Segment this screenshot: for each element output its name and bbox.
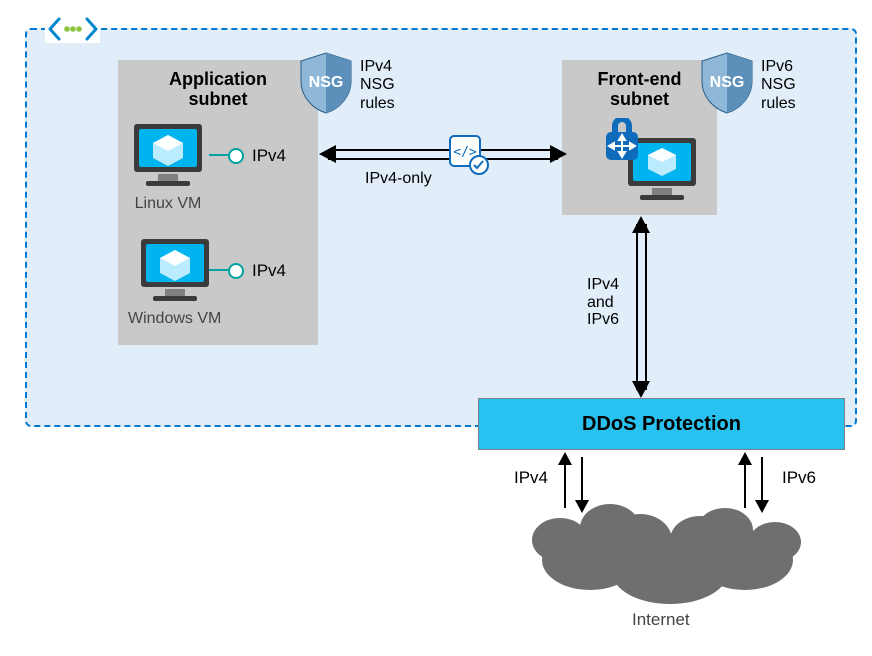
nic-connector-line: [209, 269, 229, 271]
internet-cloud-icon: [520, 480, 810, 610]
fe-subnet-title-line1: Front-end: [598, 69, 682, 89]
nsg-app-rules-l2: NSG: [360, 76, 395, 93]
link-fe-ddos-label: IPv4 and IPv6: [587, 276, 619, 329]
application-subnet-title: Application subnet: [118, 60, 318, 110]
vm-icon: [135, 235, 215, 307]
linux-vm: Linux VM: [128, 120, 208, 213]
front-end-vm: [600, 118, 700, 213]
nsg-shield-app: NSG: [297, 51, 355, 120]
ddos-protection-bar: DDoS Protection: [478, 398, 845, 450]
nsg-fe-rules-label: IPv6 NSG rules: [761, 58, 796, 113]
vm-icon: [128, 120, 208, 192]
app-subnet-title-line2: subnet: [188, 89, 247, 109]
svg-text:NSG: NSG: [710, 74, 745, 91]
link-app-fe-label: IPv4-only: [365, 170, 432, 188]
internet-label: Internet: [632, 610, 690, 630]
virtual-network-icon: [45, 15, 100, 43]
app-subnet-title-line1: Application: [169, 69, 267, 89]
nic-connector-line: [209, 154, 229, 156]
link-fe-ddos-l1: IPv4: [587, 276, 619, 293]
fe-subnet-title-line2: subnet: [610, 89, 669, 109]
windows-vm-nic-proto: IPv4: [252, 261, 286, 281]
nsg-app-rules-label: IPv4 NSG rules: [360, 58, 395, 113]
link-fe-ddos-l2: and: [587, 294, 614, 311]
nsg-shield-fe: NSG: [698, 51, 756, 120]
front-end-subnet-title: Front-end subnet: [562, 60, 717, 110]
code-check-badge-icon: </>: [447, 133, 491, 182]
nsg-fe-rules-l2: NSG: [761, 76, 796, 93]
svg-text:NSG: NSG: [309, 74, 344, 91]
nic-icon: [228, 263, 244, 279]
linux-vm-nic-proto: IPv4: [252, 146, 286, 166]
nsg-fe-rules-l3: rules: [761, 95, 796, 112]
link-fe-ddos-l3: IPv6: [587, 311, 619, 328]
nsg-fe-rules-l1: IPv6: [761, 58, 793, 75]
ddos-protection-label: DDoS Protection: [582, 413, 741, 436]
windows-vm-label: Windows VM: [128, 310, 221, 328]
nsg-app-rules-l3: rules: [360, 95, 395, 112]
nsg-app-rules-l1: IPv4: [360, 58, 392, 75]
linux-vm-label: Linux VM: [128, 195, 208, 213]
nic-icon: [228, 148, 244, 164]
windows-vm: Windows VM: [128, 235, 221, 328]
